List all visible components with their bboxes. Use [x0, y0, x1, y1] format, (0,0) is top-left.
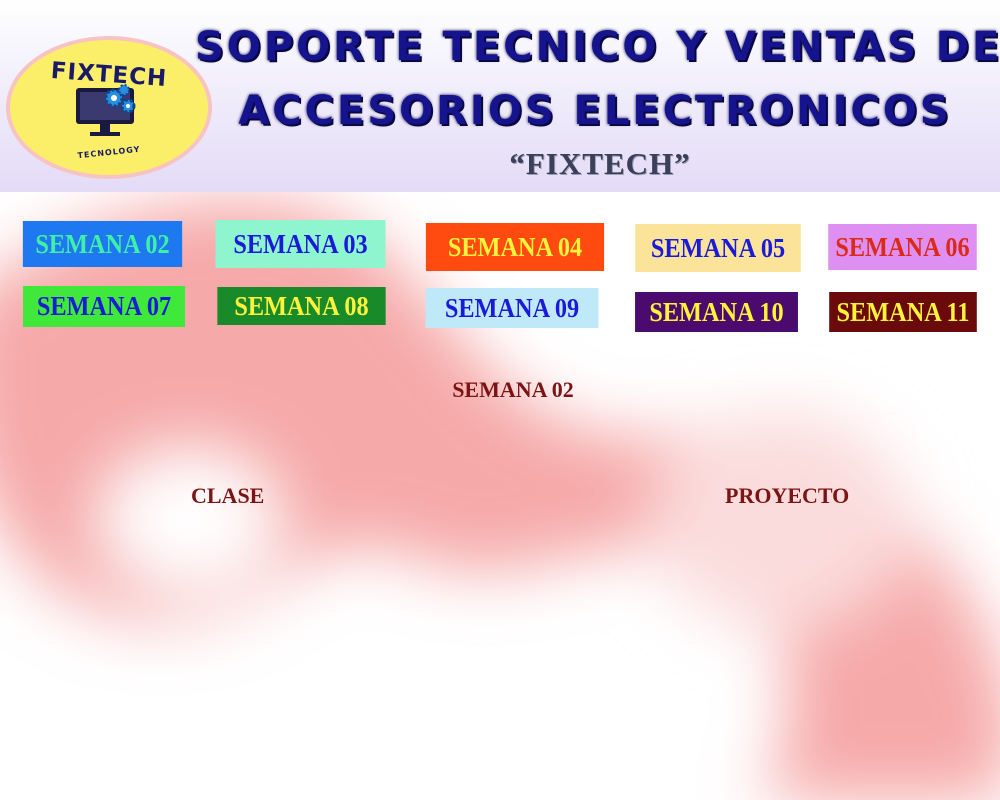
logo-tagline: TECNOLOGY	[77, 144, 141, 161]
week-07-button[interactable]: SEMANA 07	[23, 286, 185, 327]
week-11-button[interactable]: SEMANA 11	[829, 292, 977, 332]
fixtech-logo: FIXTECH TECNOLOGY	[10, 40, 208, 175]
week-04-button[interactable]: SEMANA 04	[425, 223, 605, 271]
week-09-button[interactable]: SEMANA 09	[425, 288, 599, 328]
week-06-button[interactable]: SEMANA 06	[828, 224, 977, 270]
week-08-button[interactable]: SEMANA 08	[217, 287, 386, 325]
page-subtitle: “FIXTECH”	[509, 146, 691, 181]
week-05-button[interactable]: SEMANA 05	[635, 224, 801, 272]
week-10-button[interactable]: SEMANA 10	[635, 292, 798, 332]
clase-link[interactable]: CLASE	[191, 483, 264, 509]
computer-gears-icon	[76, 84, 136, 136]
header-banner: FIXTECH TECNOLOGY SOPORTE TECNICO Y VENT…	[0, 0, 1000, 192]
proyecto-link[interactable]: PROYECTO	[725, 483, 849, 509]
current-week-heading: SEMANA 02	[452, 377, 574, 402]
page-title-line-1: SOPORTE TECNICO Y VENTAS DE	[195, 24, 1000, 70]
week-02-button[interactable]: SEMANA 02	[22, 221, 183, 267]
week-03-button[interactable]: SEMANA 03	[215, 220, 386, 268]
page-title-line-2: ACCESORIOS ELECTRONICOS	[238, 88, 952, 134]
